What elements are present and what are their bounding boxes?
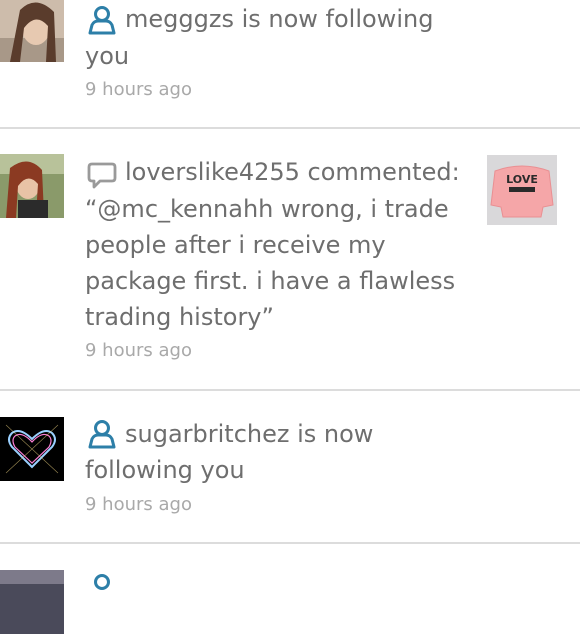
person-icon — [86, 572, 118, 604]
notification-text-line: “@mc_kennahh wrong, i trade — [85, 195, 449, 223]
notification-text-line: people after i receive my — [85, 231, 386, 259]
avatar[interactable] — [0, 417, 64, 481]
person-icon — [86, 418, 118, 450]
timestamp: 9 hours ago — [85, 79, 192, 100]
timestamp: 9 hours ago — [85, 494, 192, 515]
avatar[interactable] — [0, 0, 64, 62]
person-icon — [86, 4, 118, 36]
item-thumbnail[interactable]: LOVE — [487, 155, 557, 225]
notification-follow[interactable]: sugarbritchez is now following you 9 hou… — [0, 391, 580, 543]
notification-text-line: sugarbritchez is now — [125, 420, 374, 448]
notification-follow[interactable]: megggzs is now following you 9 hours ago — [0, 0, 580, 128]
speech-bubble-icon — [86, 159, 118, 191]
notification-follow[interactable] — [0, 544, 580, 634]
notification-text-line: you — [85, 42, 130, 70]
notification-text-line: package first. i have a flawless — [85, 267, 456, 295]
notification-text-line: loverslike4255 commented: — [125, 158, 460, 186]
notification-comment[interactable]: loverslike4255 commented: “@mc_kennahh w… — [0, 129, 580, 389]
thumbnail-text: LOVE — [506, 173, 538, 186]
notification-text-line: following you — [85, 456, 245, 484]
avatar[interactable] — [0, 154, 64, 218]
timestamp: 9 hours ago — [85, 340, 192, 361]
notification-text-line: trading history” — [85, 303, 274, 331]
notification-text-line: megggzs is now following — [125, 5, 434, 33]
